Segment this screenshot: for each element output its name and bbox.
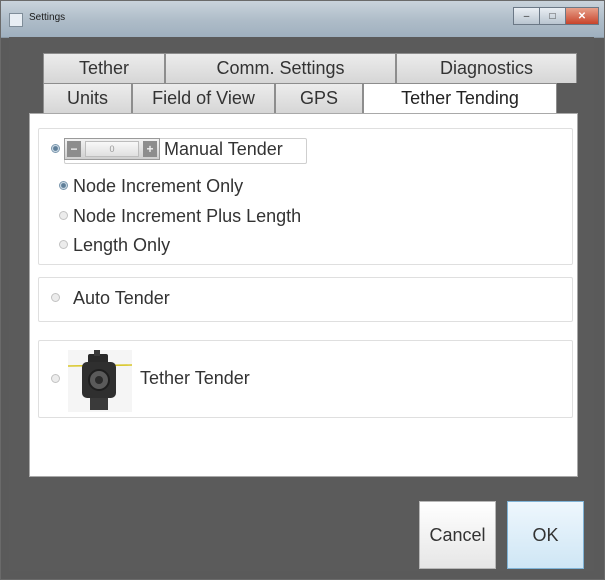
length-only-radio[interactable] (59, 240, 68, 249)
title-bar[interactable]: Settings – □ ✕ (1, 1, 604, 38)
tab-units[interactable]: Units (43, 83, 132, 113)
cancel-button[interactable]: Cancel (419, 501, 496, 569)
tab-tether[interactable]: Tether (43, 53, 165, 83)
tether-tender-radio[interactable] (51, 374, 60, 383)
tab-comm-settings[interactable]: Comm. Settings (165, 53, 396, 83)
node-increment-only-label[interactable]: Node Increment Only (73, 176, 243, 197)
app-icon (9, 13, 23, 27)
tab-tether-tending[interactable]: Tether Tending (363, 83, 557, 113)
tab-row-2: Units Field of View GPS Tether Tending (43, 83, 577, 113)
tether-tender-device-icon (67, 350, 133, 412)
tab-row-1: Tether Comm. Settings Diagnostics (43, 53, 577, 83)
auto-tender-label[interactable]: Auto Tender (73, 288, 174, 309)
tab-gps[interactable]: GPS (275, 83, 363, 113)
tab-field-of-view[interactable]: Field of View (132, 83, 275, 113)
length-only-label[interactable]: Length Only (73, 235, 170, 256)
manual-tender-label: Manual Tender (164, 139, 283, 159)
tender-stepper: − 0 + (64, 138, 160, 160)
tab-diagnostics[interactable]: Diagnostics (396, 53, 577, 83)
ok-button[interactable]: OK (507, 501, 584, 569)
node-increment-plus-length-label[interactable]: Node Increment Plus Length (73, 206, 301, 227)
stepper-value[interactable]: 0 (85, 141, 139, 157)
minimize-button[interactable]: – (513, 7, 539, 25)
window-title: Settings (29, 12, 66, 23)
maximize-button[interactable]: □ (539, 7, 565, 25)
window-controls: – □ ✕ (513, 7, 599, 25)
tether-tender-label[interactable]: Tether Tender (140, 368, 250, 389)
stepper-minus-button[interactable]: − (67, 141, 81, 157)
stepper-plus-button[interactable]: + (143, 141, 157, 157)
manual-tender-radio[interactable] (51, 144, 60, 153)
close-button[interactable]: ✕ (565, 7, 599, 25)
node-increment-only-radio[interactable] (59, 181, 68, 190)
node-increment-plus-length-radio[interactable] (59, 211, 68, 220)
auto-tender-radio[interactable] (51, 293, 60, 302)
